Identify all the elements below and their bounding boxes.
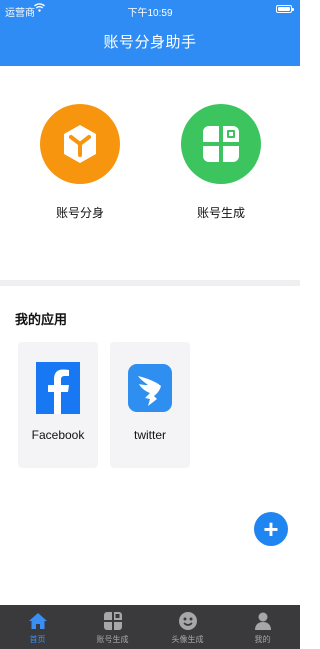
- facebook-icon: [36, 362, 80, 414]
- tab-label: 我的: [254, 635, 271, 644]
- tab-bar: 首页 账号生成 头像生成 我的: [0, 605, 300, 649]
- tab-mine[interactable]: 我的: [225, 605, 300, 649]
- feature-label: 账号生成: [196, 206, 245, 220]
- app-label: twitter: [133, 428, 166, 442]
- feature-section: 账号分身 账号生成: [0, 66, 300, 280]
- my-apps-title: 我的应用: [15, 312, 68, 327]
- feature-label: 账号分身: [55, 206, 104, 220]
- dingtalk-bird-icon: [128, 362, 172, 414]
- tab-label: 头像生成: [171, 635, 204, 644]
- battery-icon: [276, 5, 294, 13]
- cube-icon: [40, 104, 120, 184]
- grid-icon: [181, 104, 261, 184]
- tab-label: 账号生成: [96, 635, 129, 644]
- status-bar: 运营商 下午10:59: [0, 0, 300, 20]
- nav-bar: 账号分身助手: [0, 20, 300, 66]
- account-clone-button[interactable]: 账号分身: [20, 104, 140, 221]
- tab-account-generate[interactable]: 账号生成: [75, 605, 150, 649]
- home-icon: [28, 611, 48, 631]
- tab-avatar-generate[interactable]: 头像生成: [150, 605, 225, 649]
- app-card-twitter[interactable]: twitter: [110, 342, 190, 468]
- tab-label: 首页: [29, 635, 46, 644]
- status-time: 下午10:59: [127, 8, 173, 19]
- face-icon: [178, 611, 198, 631]
- add-app-button[interactable]: +: [254, 512, 288, 546]
- account-generate-button[interactable]: 账号生成: [161, 104, 281, 221]
- plus-icon: +: [263, 514, 279, 544]
- section-divider: [0, 280, 300, 286]
- person-icon: [253, 611, 273, 631]
- app-card-facebook[interactable]: Facebook: [18, 342, 98, 468]
- grid-icon: [103, 611, 123, 631]
- page-title: 账号分身助手: [103, 34, 197, 51]
- app-label: Facebook: [31, 428, 85, 442]
- tab-home[interactable]: 首页: [0, 605, 75, 649]
